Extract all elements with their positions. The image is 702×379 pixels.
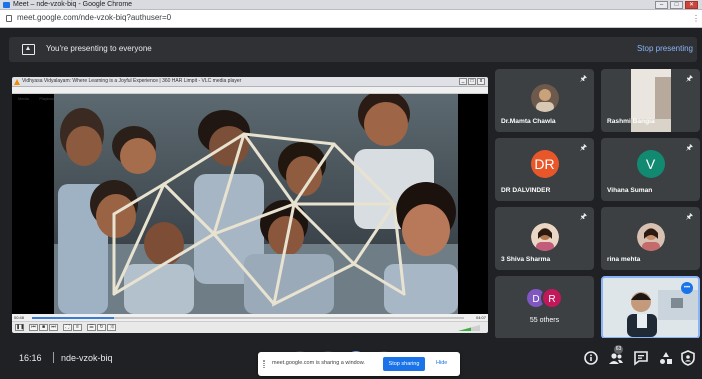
avatar-photo-image	[636, 223, 665, 251]
participant-name: Rashmi Bangia	[607, 118, 655, 125]
sharing-message: meet.google.com is sharing a window.	[272, 360, 365, 366]
vlc-next-button[interactable]: ⏭	[49, 324, 58, 331]
browser-titlebar: Meet – nde-vzok-biq - Google Chrome – □ …	[0, 0, 702, 10]
pin-icon[interactable]: 🖈	[580, 142, 587, 156]
others-count: 55 others	[529, 317, 560, 324]
vlc-stop-button[interactable]: ■	[39, 324, 48, 331]
vlc-minimize-button[interactable]: _	[459, 78, 467, 85]
chat-icon[interactable]	[632, 349, 650, 367]
pin-icon[interactable]: 🖈	[580, 73, 587, 87]
avatar: R	[541, 287, 563, 309]
participant-tile[interactable]: 🖈 Dr.Mamta Chawla	[495, 69, 594, 132]
info-icon[interactable]	[582, 349, 600, 367]
participant-name: DR DALVINDER	[501, 187, 551, 194]
separator	[53, 352, 54, 363]
participant-name: Dr.Mamta Chawla	[501, 118, 556, 125]
participant-name: 3 Shiva Sharma	[501, 256, 551, 263]
participant-tile[interactable]: 🖈 DR DR DALVINDER	[495, 138, 594, 201]
vlc-fullscreen-button[interactable]: ⛶	[63, 324, 72, 331]
minimize-button[interactable]: –	[655, 1, 668, 9]
avatar	[530, 223, 559, 251]
avatar-photo-image	[530, 223, 559, 251]
participant-tile[interactable]: 🖈 Rashmi Bangia	[601, 69, 700, 132]
self-view-tile[interactable]: •••	[601, 276, 700, 339]
participant-name: rina mehta	[607, 256, 641, 263]
activities-icon[interactable]	[657, 349, 675, 367]
vlc-cone-icon	[14, 79, 20, 85]
vlc-playlist-button[interactable]: ☰	[87, 324, 96, 331]
vlc-close-button[interactable]: x	[477, 78, 485, 85]
stop-sharing-button[interactable]: Stop sharing	[383, 357, 425, 371]
vlc-loop-button[interactable]: ↻	[97, 324, 106, 331]
host-controls-icon[interactable]	[679, 349, 697, 367]
vlc-volume-slider[interactable]	[458, 325, 480, 331]
window-title: Meet – nde-vzok-biq - Google Chrome	[13, 1, 133, 8]
others-tile[interactable]: D R 55 others	[495, 276, 594, 339]
meeting-clock: 16:16	[19, 353, 42, 363]
avatar	[636, 223, 665, 251]
browser-menu-icon[interactable]: ⋮	[692, 14, 700, 23]
presenting-banner: You're presenting to everyone Stop prese…	[9, 37, 697, 62]
close-window-button[interactable]: ✕	[685, 1, 698, 9]
avatar: V	[636, 150, 665, 178]
participant-tile[interactable]: 🖈 3 Shiva Sharma	[495, 207, 594, 270]
meet-favicon-icon	[3, 2, 10, 8]
vlc-pause-button[interactable]: ❚❚	[15, 324, 24, 331]
url-text[interactable]: meet.google.com/nde-vzok-biq?authuser=0	[17, 13, 171, 22]
vlc-seek-fill	[32, 317, 115, 319]
meeting-code: nde-vzok-biq	[61, 353, 113, 363]
vlc-titlebar: Vidhyasa Vidyalayam: Where Learning is a…	[12, 77, 488, 87]
participant-name: Vihana Suman	[607, 187, 653, 194]
avatar: DR	[530, 150, 559, 178]
sharing-notification: meet.google.com is sharing a window. Sto…	[258, 352, 460, 376]
vlc-maximize-button[interactable]: □	[468, 78, 476, 85]
more-options-icon[interactable]: •••	[681, 282, 693, 294]
presenting-message: You're presenting to everyone	[46, 44, 152, 53]
address-bar[interactable]: meet.google.com/nde-vzok-biq?authuser=0 …	[0, 10, 702, 28]
vlc-menubar: Media Playback Audio Video Subtitle Tool…	[12, 87, 488, 101]
hide-button[interactable]: Hide	[436, 360, 447, 366]
vlc-controls: ❚❚ ⏮ ■ ⏭ ⛶ ≡ ☰ ↻ ⤨	[12, 321, 488, 333]
present-icon	[22, 44, 35, 55]
vlc-shuffle-button[interactable]: ⤨	[107, 324, 116, 331]
vlc-window-controls: _ □ x	[459, 78, 485, 85]
vlc-time-elapsed: 00:48	[14, 315, 25, 320]
maximize-button[interactable]: □	[670, 1, 683, 9]
vlc-seek-track[interactable]	[32, 317, 464, 319]
pin-icon[interactable]: 🖈	[686, 73, 693, 87]
video-frame-image	[54, 94, 458, 314]
vlc-seekbar[interactable]: 00:48 04:07	[12, 314, 488, 321]
pin-icon[interactable]: 🖈	[580, 211, 587, 225]
participant-tile[interactable]: 🖈 rina mehta	[601, 207, 700, 270]
lock-icon[interactable]	[6, 15, 12, 22]
stop-presenting-button[interactable]: Stop presenting	[637, 44, 693, 53]
people-icon[interactable]	[607, 349, 625, 367]
participant-tile[interactable]: 🖈 V Vihana Suman	[601, 138, 700, 201]
avatar-photo-image	[530, 84, 559, 112]
video-frame-children-geodesic-dome	[54, 94, 458, 314]
drag-handle-icon[interactable]	[263, 360, 265, 368]
vlc-menu-media[interactable]: Media	[18, 95, 29, 102]
vlc-previous-button[interactable]: ⏮	[29, 324, 38, 331]
avatar	[530, 84, 559, 112]
pin-icon[interactable]: 🖈	[686, 142, 693, 156]
vlc-extended-settings-button[interactable]: ≡	[73, 324, 82, 331]
pin-icon[interactable]: 🖈	[686, 211, 693, 225]
shared-screen: Vidhyasa Vidyalayam: Where Learning is a…	[12, 77, 488, 333]
vlc-time-total: 04:07	[475, 315, 486, 320]
vlc-window-title: Vidhyasa Vidyalayam: Where Learning is a…	[22, 78, 242, 84]
window-controls: – □ ✕	[655, 1, 698, 9]
